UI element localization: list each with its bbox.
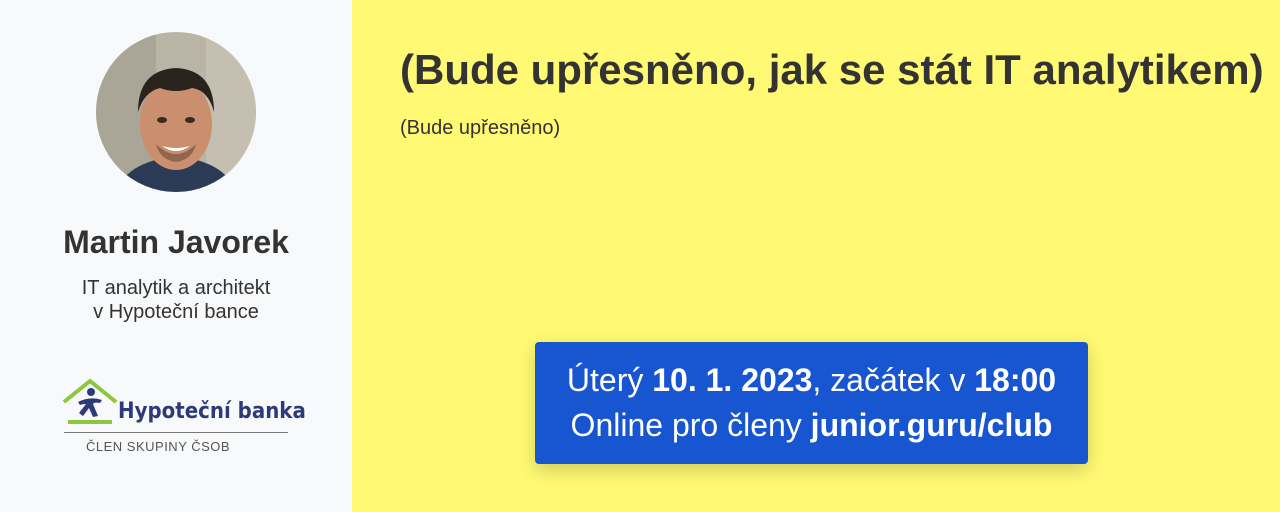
company-logo: Hypoteční banka ČLEN SKUPINY ČSOB — [62, 378, 306, 458]
speaker-photo — [96, 32, 256, 192]
speaker-name: Martin Javorek — [63, 224, 289, 260]
house-figure-icon — [62, 379, 118, 424]
event-start-label: , začátek v — [812, 362, 966, 398]
event-day: Úterý — [566, 362, 644, 398]
speaker-bio-line: v Hypoteční bance — [93, 301, 259, 323]
event-title: (Bude upřesněno, jak se stát IT analytik… — [400, 46, 1264, 93]
speaker-panel: Martin Javorek IT analytik a architekt v… — [0, 0, 352, 512]
logo-brand-text: Hypoteční banka — [118, 399, 306, 424]
speaker-bio-line: IT analytik a architekt — [81, 277, 271, 299]
event-time: 18:00 — [974, 362, 1057, 398]
event-description: (Bude upřesněno) — [400, 117, 561, 139]
logo-subtitle: ČLEN SKUPINY ČSOB — [86, 439, 231, 454]
event-date: 10. 1. 2023 — [652, 362, 813, 398]
event-panel: (Bude upřesněno, jak se stát IT analytik… — [352, 0, 1280, 512]
event-online-label: Online pro členy — [570, 407, 802, 443]
event-location-line: Online pro členy junior.guru/club — [535, 403, 1088, 448]
logo-divider — [64, 432, 288, 433]
event-date-line: Úterý 10. 1. 2023, začátek v 18:00 — [535, 358, 1088, 403]
event-info-box: Úterý 10. 1. 2023, začátek v 18:00 Onlin… — [535, 342, 1088, 464]
speaker-bio: IT analytik a architekt v Hypoteční banc… — [40, 276, 312, 324]
club-link[interactable]: junior.guru/club — [811, 407, 1053, 443]
